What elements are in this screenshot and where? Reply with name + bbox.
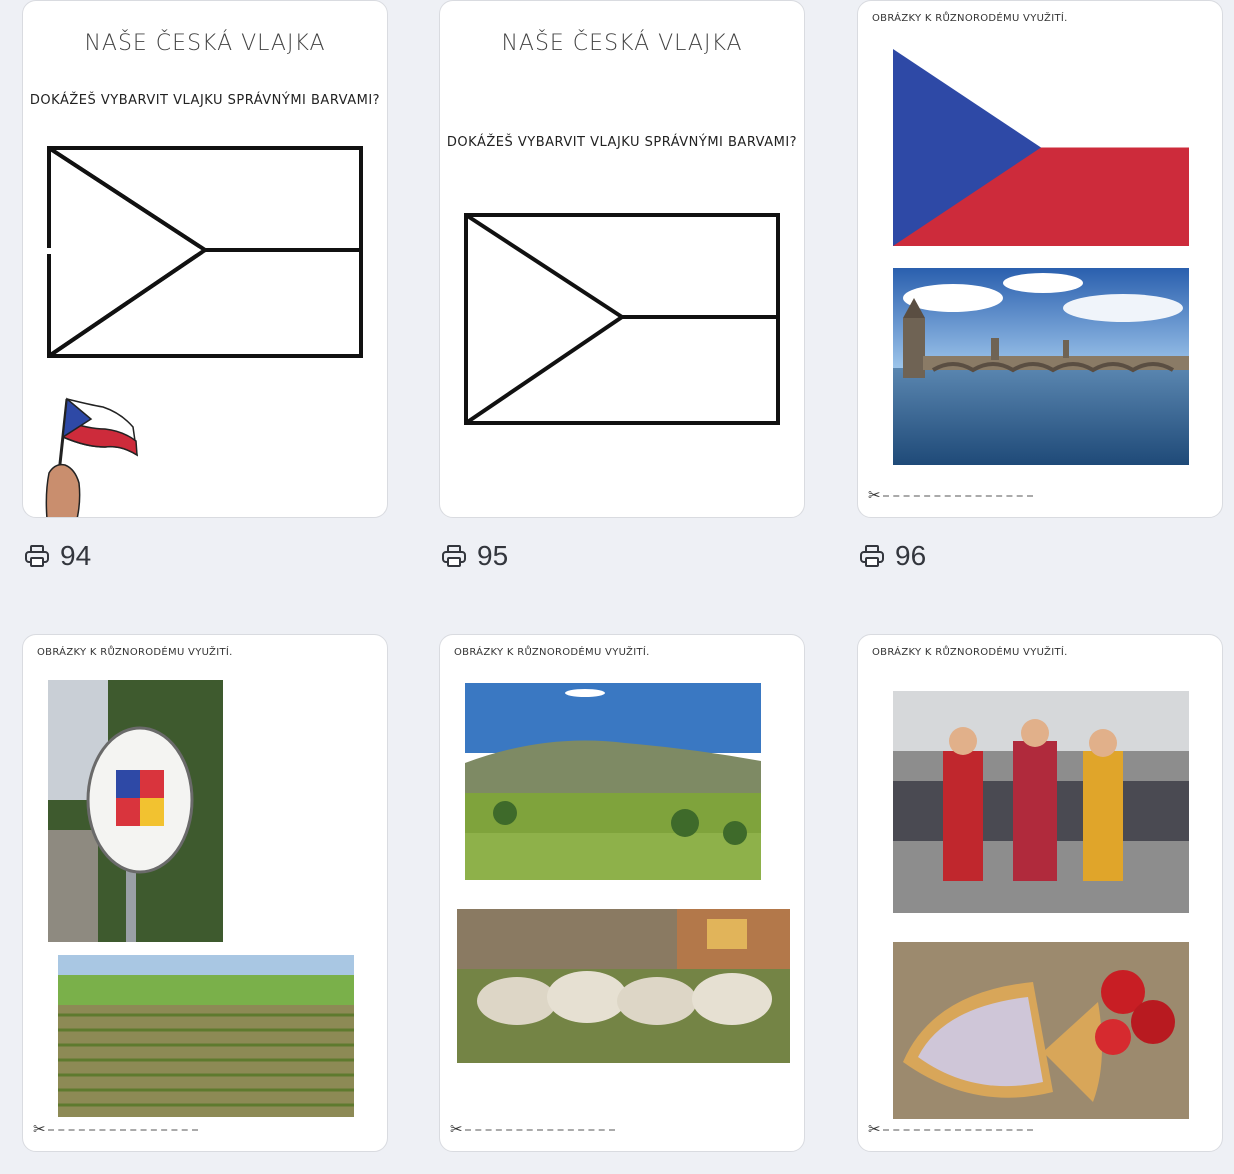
worksheet-tag: OBRÁZKY K RŮZNORODÉMU VYUŽITÍ. xyxy=(872,13,1068,24)
vineyard-photo xyxy=(58,955,354,1117)
worksheet-title: NAŠE ČESKÁ VLAJKA xyxy=(501,31,743,56)
worksheet-tag: OBRÁZKY K RŮZNORODÉMU VYUŽITÍ. xyxy=(37,647,233,658)
cut-line: ✂ xyxy=(868,1122,1033,1137)
printer-icon xyxy=(25,545,49,567)
dashed-line xyxy=(464,1128,615,1131)
worksheet-subtitle: DOKÁŽEŠ VYBARVIT VLAJKU SPRÁVNÝMI BARVAM… xyxy=(446,135,798,150)
worksheet-card-pictures-2[interactable]: OBRÁZKY K RŮZNORODÉMU VYUŽITÍ. ✂ xyxy=(22,634,388,1152)
scissors-icon: ✂ xyxy=(450,1120,463,1138)
worksheet-card-pictures-1[interactable]: OBRÁZKY K RŮZNORODÉMU VYUŽITÍ. ✂ xyxy=(857,0,1223,518)
scissors-icon: ✂ xyxy=(868,1120,881,1138)
charles-bridge-photo xyxy=(893,268,1189,465)
worksheet-tag: OBRÁZKY K RŮZNORODÉMU VYUŽITÍ. xyxy=(454,647,650,658)
worksheet-card-coloring-flag-2[interactable]: NAŠE ČESKÁ VLAJKA DOKÁŽEŠ VYBARVIT VLAJK… xyxy=(439,0,805,518)
folk-costume-photo xyxy=(893,691,1189,913)
scissors-icon: ✂ xyxy=(868,486,881,504)
cut-line: ✂ xyxy=(33,1122,198,1137)
print-count: 96 xyxy=(859,540,926,572)
dashed-line xyxy=(882,494,1033,497)
printer-icon xyxy=(442,545,466,567)
print-count-value: 95 xyxy=(477,540,509,571)
scissors-icon: ✂ xyxy=(33,1120,46,1138)
flag-outline-drawing xyxy=(464,213,780,425)
worksheet-card-coloring-flag-1[interactable]: NAŠE ČESKÁ VLAJKA DOKÁŽEŠ VYBARVIT VLAJK… xyxy=(22,0,388,518)
worksheet-title: NAŠE ČESKÁ VLAJKA xyxy=(84,31,326,56)
border-sign-photo xyxy=(48,680,223,942)
dashed-line xyxy=(882,1128,1033,1131)
worksheet-card-pictures-3[interactable]: OBRÁZKY K RŮZNORODÉMU VYUŽITÍ. ✂ xyxy=(439,634,805,1152)
print-count: 95 xyxy=(441,540,508,572)
worksheet-subtitle: DOKÁŽEŠ VYBARVIT VLAJKU SPRÁVNÝMI BARVAM… xyxy=(29,93,381,108)
mountains-photo xyxy=(465,683,761,880)
cut-line: ✂ xyxy=(868,488,1033,503)
blueberry-pie-photo xyxy=(893,942,1189,1119)
czech-flag-image xyxy=(893,49,1189,246)
worksheet-card-pictures-4[interactable]: OBRÁZKY K RŮZNORODÉMU VYUŽITÍ. ✂ xyxy=(857,634,1223,1152)
print-count-value: 94 xyxy=(60,540,92,571)
printer-icon xyxy=(860,545,884,567)
print-count-value: 96 xyxy=(895,540,927,571)
print-count: 94 xyxy=(24,540,91,572)
sheep-photo xyxy=(457,909,790,1063)
worksheet-tag: OBRÁZKY K RŮZNORODÉMU VYUŽITÍ. xyxy=(872,647,1068,658)
dashed-line xyxy=(47,1128,198,1131)
cut-line: ✂ xyxy=(450,1122,615,1137)
hand-waving-flag-illustration xyxy=(45,397,138,517)
flag-outline-drawing xyxy=(47,146,363,358)
